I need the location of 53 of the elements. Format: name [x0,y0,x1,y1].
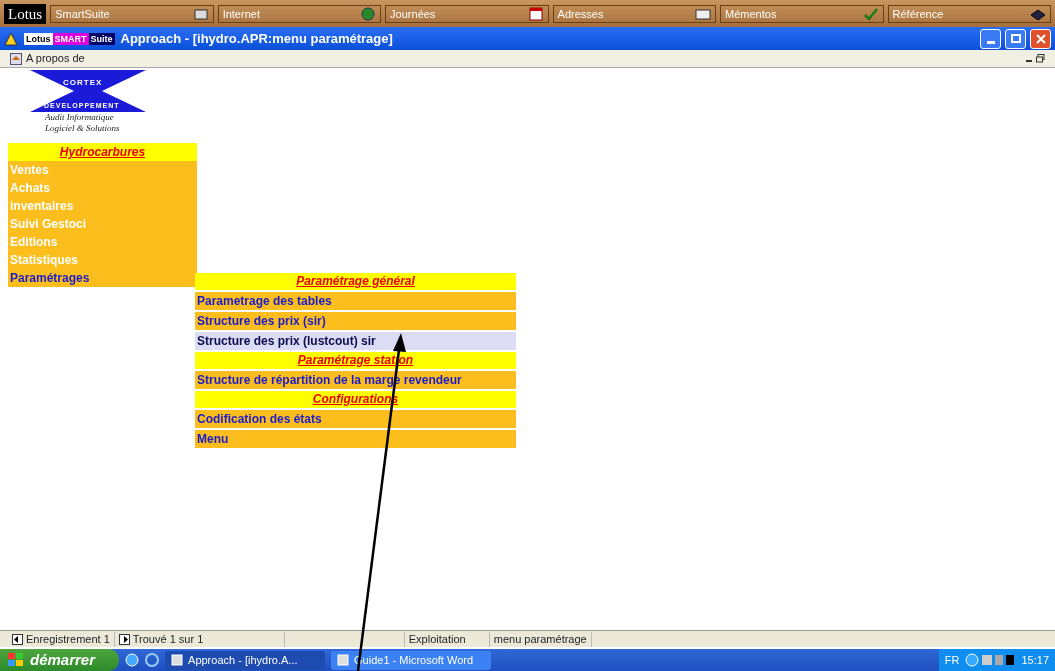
minimize-icon [986,40,995,44]
child-restore-icon [1036,54,1045,63]
logo-tagline: Audit Informatique [45,112,115,123]
windows-logo-icon [8,653,24,667]
menu-header: Hydrocarbures [8,143,197,161]
language-indicator[interactable]: FR [944,651,960,669]
card-icon [695,6,712,21]
logo-tagline: Logiciel & Solutions [45,123,121,134]
submenu-item[interactable]: Codification des états [195,410,516,428]
found-count: Trouvé 1 sur 1 [132,631,204,647]
app-icon [4,31,18,46]
submenu-item[interactable]: Parametrage des tables [195,292,516,310]
submenu-item[interactable]: Structure des prix (sir) [195,312,516,330]
tray-icons-drawing [965,653,1016,667]
menu-bar-item[interactable]: A propos de [26,50,85,67]
home-icon [10,52,22,65]
close-icon [1035,33,1046,44]
toolbar-button[interactable]: Adresses [552,4,717,23]
clock: 15:17 [1021,652,1049,668]
close-button[interactable] [1030,28,1051,49]
toolbar-label: Mémentos [725,6,777,22]
toolbar-button[interactable]: Internet [217,4,382,23]
logo-title: CORTEX [63,77,103,89]
calendar-icon [527,6,544,21]
check-icon [862,6,879,21]
logo-text: Suite [88,32,115,45]
toolbar-button[interactable]: Journées [385,4,549,23]
toolbar-label: Internet [222,6,260,22]
submenu-item[interactable]: Structure des prix (lustcout) sir [195,332,516,350]
app-icon [171,654,184,666]
maximize-button[interactable] [1005,28,1026,49]
start-button[interactable]: démarrer [0,649,120,671]
child-minimize-icon [1026,60,1032,62]
maximize-icon [1010,34,1021,43]
toolbar-label: Adresses [557,6,604,22]
brand-button[interactable]: Lotus [4,3,47,24]
toolbar-button[interactable]: Référence [887,4,1051,23]
window-title: Approach - [ihydro.APR:menu paramétrage] [120,29,393,48]
logo-text: SMART [52,32,89,45]
mode-label: Exploitation [408,631,466,647]
layout-name: menu paramétrage [493,631,587,647]
taskbar-button[interactable]: Approach - [ihydro.A... [165,650,326,670]
app-icon [337,654,350,666]
submenu-item[interactable]: Menu [195,430,516,448]
toolbar-button[interactable]: SmartSuite [50,4,214,23]
toolbar-button[interactable]: Mémentos [720,4,884,23]
toolbar-label: Journées [390,6,436,22]
navigation-item[interactable]: Paramétrages [8,269,197,287]
minimize-button[interactable] [980,28,1001,49]
toolbar-label: Référence [892,6,944,22]
record-number: Enregistrement 1 [26,631,110,647]
toolbar-label: SmartSuite [55,6,110,22]
submenu-header: Paramétrage général [195,273,516,290]
